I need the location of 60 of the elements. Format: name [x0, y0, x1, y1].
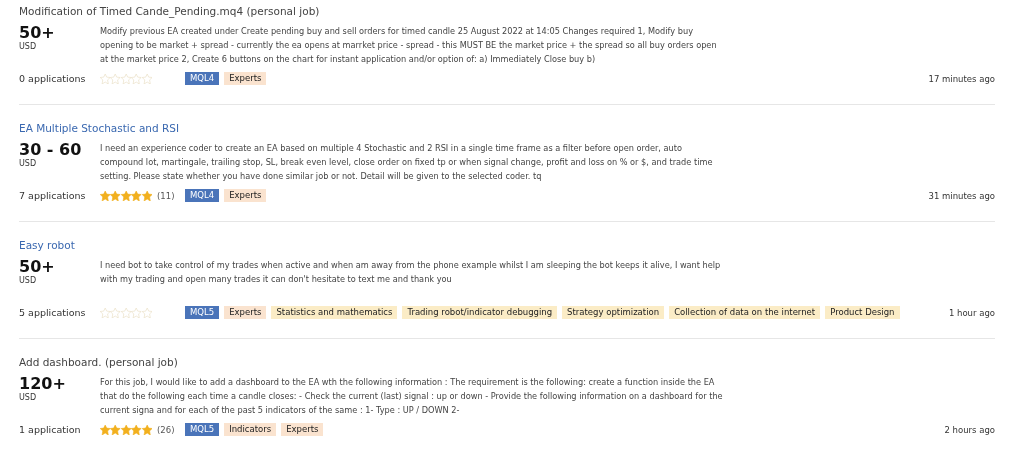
tag[interactable]: MQL5: [185, 306, 220, 319]
star-icon: [120, 424, 132, 435]
posted-time: 2 hours ago: [944, 424, 995, 435]
job-title: Add dashboard. (personal job): [19, 355, 178, 369]
applications-count: 0 applications: [19, 73, 87, 84]
tag[interactable]: Experts: [281, 423, 324, 436]
tag[interactable]: Collection of data on the internet: [669, 306, 821, 319]
review-count: (26): [157, 424, 176, 435]
star-icon: [131, 73, 142, 84]
star-icon: [100, 307, 111, 318]
applications-count: 5 applications: [19, 307, 87, 318]
job-description: I need bot to take control of my trades when active and when am away from the phone example whilst I am sleeping the bot keeps it alive, I want help with my trading and open many trades it can don't hesitate to text me and thank you: [100, 259, 722, 286]
price: 30 - 60: [19, 141, 82, 159]
tag[interactable]: Indicators: [224, 423, 277, 436]
posted-time: 31 minutes ago: [928, 190, 995, 201]
tag[interactable]: Experts: [224, 189, 267, 202]
star-icon: [141, 424, 152, 435]
applications-count: 7 applications: [19, 190, 87, 201]
star-icon: [120, 190, 132, 201]
job-title[interactable]: Easy robot: [19, 238, 75, 252]
star-icon: [100, 190, 111, 201]
tag[interactable]: Strategy optimization: [562, 306, 665, 319]
job-title[interactable]: EA Multiple Stochastic and RSI: [19, 121, 180, 135]
star-icon: [100, 73, 111, 84]
job-description: I need an experience coder to create an EA based on multiple 4 Stochastic and 2 RSI in a single time frame as a filter before open order, auto compound lot, martingale, trailing stop, SL, break even level, close order on fixed tp or when signal change, profit and loss on % or $, and trade time setting. Please state whether you have done similar job or not. Detail will be given to the selected coder. tq: [100, 142, 714, 183]
tag[interactable]: Experts: [224, 72, 267, 85]
price: 120+: [19, 375, 66, 393]
applications-count: 1 application: [19, 424, 82, 435]
price: 50+: [19, 24, 55, 42]
star-icon: [110, 190, 121, 201]
star-icon: [141, 73, 152, 84]
job-description: Modify previous EA created under Create pending buy and sell orders for timed candle 25 August 2022 at 14:05 Changes required 1, Modify buy opening to be market + spread - currently the ea opens at marrket price - spread - this MUST BE the market price + the spread so all buy orders open at the market price 2, Create 6 buttons on the chart for instant application and/or option of: a) Immediately Close buy b): [100, 25, 718, 66]
posted-time: 1 hour ago: [948, 307, 995, 318]
currency: USD: [19, 276, 37, 286]
star-icon: [110, 307, 121, 318]
star-icon: [120, 307, 132, 318]
star-icon: [100, 424, 111, 435]
tag[interactable]: Experts: [224, 306, 267, 319]
currency: USD: [19, 42, 37, 52]
tag[interactable]: MQL5: [185, 423, 220, 436]
star-icon: [110, 73, 121, 84]
star-icon: [131, 307, 142, 318]
review-count: (11): [157, 190, 176, 201]
job-description: For this job, I would like to add a dashboard to the EA wth the following information : The requirement is the following: create a function inside the EA that do the following each time a candle closes: - Check the current (last) signal : up or down - Provide the following information on a dashboard for the current signa and for each of the past 5 indicators of the same : 1- Type : UP / DOWN 2-: [100, 376, 724, 417]
currency: USD: [19, 393, 37, 403]
star-icon: [141, 307, 152, 318]
tag[interactable]: Product Design: [825, 306, 900, 319]
star-icon: [110, 424, 121, 435]
tag[interactable]: Statistics and mathematics: [271, 306, 398, 319]
star-icon: [141, 190, 152, 201]
currency: USD: [19, 159, 37, 169]
posted-time: 17 minutes ago: [928, 73, 995, 84]
tag[interactable]: Trading robot/indicator debugging: [402, 306, 558, 319]
star-icon: [131, 190, 142, 201]
price: 50+: [19, 258, 55, 276]
job-title: Modification of Timed Cande_Pending.mq4 (personal job): [19, 4, 320, 18]
star-icon: [120, 73, 132, 84]
tag[interactable]: MQL4: [185, 189, 220, 202]
tag[interactable]: MQL4: [185, 72, 220, 85]
star-icon: [131, 424, 142, 435]
